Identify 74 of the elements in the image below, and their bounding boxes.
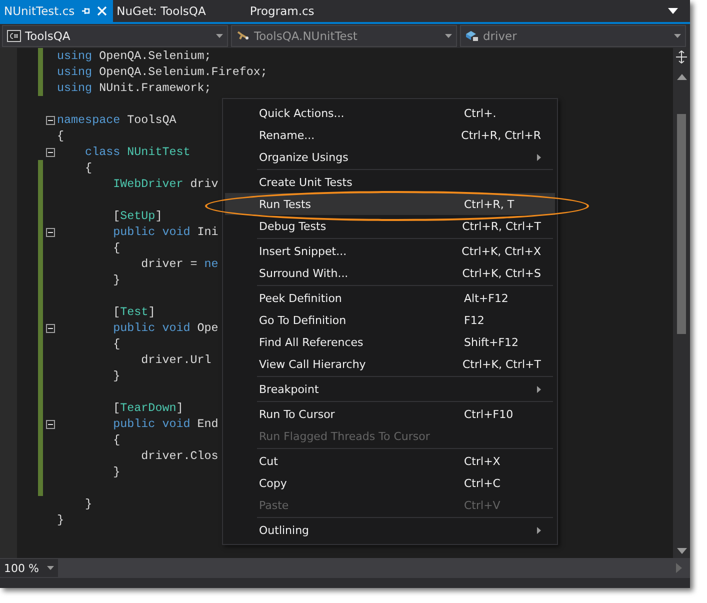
tab-label: NUnitTest.cs — [4, 4, 75, 18]
collapse-icon[interactable] — [46, 148, 54, 156]
document-tab[interactable]: NUnitTest.cs — [0, 0, 113, 22]
code-line: using NUnit.Framework; — [57, 80, 212, 96]
code-line: [Test] — [112, 304, 156, 320]
dropdown-value: ToolsQA — [25, 29, 72, 43]
menu-item[interactable]: Go To Definition F12 — [225, 309, 555, 331]
menu-item[interactable]: View Call Hierarchy Ctrl+K, Ctrl+T — [225, 353, 555, 375]
scroll-up-icon[interactable] — [676, 74, 686, 80]
code-line: } — [57, 512, 64, 528]
scrollbar-thumb[interactable] — [677, 114, 686, 334]
code-line: using OpenQA.Selenium.Firefox; — [57, 64, 268, 80]
navigation-dropdown[interactable]: ToolsQA.NUnitTest — [231, 25, 457, 47]
code-line: driver = ne — [140, 256, 218, 272]
code-line: driver.Clos — [140, 448, 218, 464]
dropdown-arrow-icon — [674, 34, 681, 38]
menu-item[interactable]: Outlining — [225, 519, 555, 541]
close-icon[interactable] — [96, 6, 107, 16]
code-line: class NUnitTest — [84, 144, 190, 160]
class-icon — [236, 30, 250, 42]
menu-item[interactable]: Cut Ctrl+X — [225, 450, 555, 472]
menu-item[interactable]: Copy Ctrl+C — [225, 472, 555, 494]
collapse-icon[interactable] — [46, 324, 54, 332]
document-tab[interactable]: NuGet: ToolsQA — [112, 0, 246, 22]
code-line: { — [84, 160, 92, 176]
dropdown-value: ToolsQA.NUnitTest — [254, 29, 358, 43]
code-line: } — [112, 368, 120, 384]
field-icon — [465, 30, 479, 42]
code-line: public void Ope — [112, 320, 218, 336]
scroll-down-icon[interactable] — [676, 548, 686, 554]
code-line: } — [112, 272, 120, 288]
collapse-icon[interactable] — [46, 228, 54, 236]
menu-item[interactable]: Create Unit Tests — [225, 171, 555, 193]
code-line: { — [112, 240, 120, 256]
code-line: [SetUp] — [112, 208, 162, 224]
pin-icon[interactable] — [80, 6, 91, 16]
code-line: { — [112, 432, 120, 448]
code-line: namespace ToolsQA — [57, 112, 176, 128]
menu-item[interactable]: Debug Tests Ctrl+R, Ctrl+T — [225, 215, 555, 237]
menu-item[interactable]: Breakpoint — [225, 378, 555, 400]
code-line: public void End — [112, 416, 218, 432]
navigation-dropdown[interactable]: ToolsQA — [2, 25, 228, 47]
dropdown-icon[interactable] — [668, 8, 678, 14]
code-line: [TearDown] — [112, 400, 184, 416]
tab-label: Program.cs — [250, 4, 314, 18]
document-tab[interactable]: Program.cs — [246, 0, 320, 22]
menu-item[interactable]: Surround With... Ctrl+K, Ctrl+S — [225, 262, 555, 284]
code-line: } — [112, 464, 120, 480]
collapse-icon[interactable] — [46, 420, 54, 428]
dropdown-arrow-icon — [46, 566, 54, 570]
menu-item[interactable]: Organize Usings — [225, 146, 555, 168]
code-line: { — [112, 336, 120, 352]
menu-item[interactable]: Run To Cursor Ctrl+F10 — [225, 403, 555, 425]
code-line: } — [84, 496, 92, 512]
navigation-dropdown[interactable]: driver — [460, 25, 686, 47]
csharp-file-icon — [7, 30, 21, 42]
code-line: public void Ini — [112, 224, 218, 240]
tab-label: NuGet: ToolsQA — [116, 4, 206, 18]
zoom-dropdown[interactable]: 100 % — [0, 559, 58, 577]
menu-item[interactable]: Peek Definition Alt+F12 — [225, 287, 555, 309]
dropdown-value: driver — [483, 29, 518, 43]
menu-item[interactable]: Run Tests Ctrl+R, T — [225, 193, 555, 215]
dropdown-arrow-icon — [216, 34, 223, 38]
collapse-icon[interactable] — [46, 116, 54, 124]
menu-item[interactable]: Rename... Ctrl+R, Ctrl+R — [225, 124, 555, 146]
code-line: IWebDriver driv — [112, 176, 218, 192]
menu-item[interactable]: Insert Snippet... Ctrl+K, Ctrl+X — [225, 240, 555, 262]
menu-item[interactable]: Quick Actions... Ctrl+. — [225, 102, 555, 124]
code-line: using OpenQA.Selenium; — [57, 48, 212, 64]
code-line: driver.Url — [140, 352, 212, 368]
code-line: { — [57, 128, 64, 144]
dropdown-arrow-icon — [445, 34, 452, 38]
menu-item[interactable]: Find All References Shift+F12 — [225, 331, 555, 353]
split-icon[interactable] — [675, 50, 688, 64]
